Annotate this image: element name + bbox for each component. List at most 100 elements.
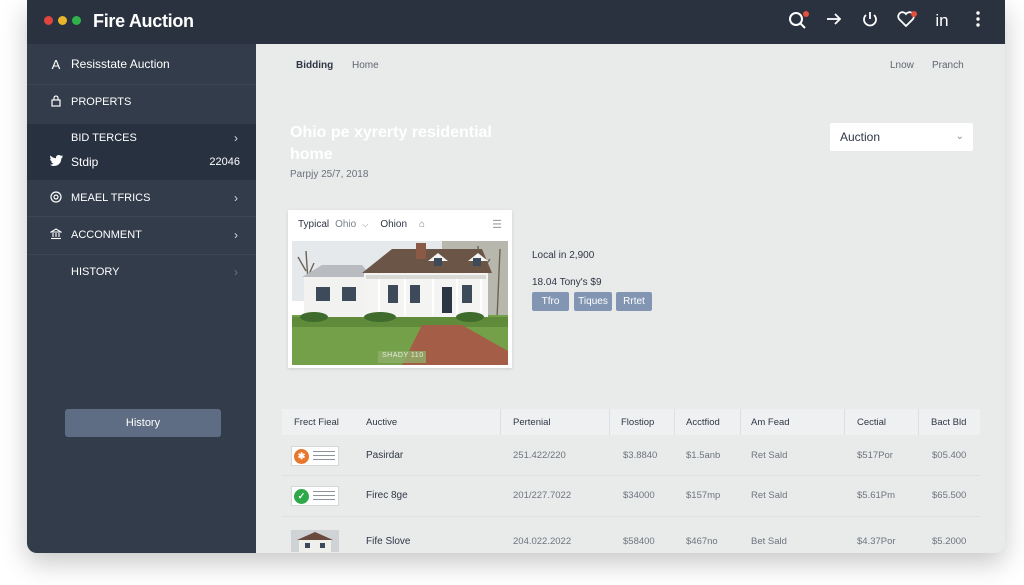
auction-type-select[interactable]: Auction ⌄ bbox=[830, 123, 973, 151]
close-window-dot[interactable] bbox=[44, 16, 53, 25]
row-bact-bld: $65.500 bbox=[932, 490, 967, 501]
column-header[interactable]: Frect Fieal bbox=[294, 417, 339, 428]
property-card[interactable]: Typical Ohio ⌵ Ohion ⌂ ☰ SHADY 110 bbox=[288, 210, 512, 368]
sidebar-item-label: Stdip bbox=[71, 155, 99, 169]
row-pertenial: 251.422/220 bbox=[513, 450, 566, 461]
app-logo-icon: A bbox=[51, 56, 61, 72]
sidebar-item-bid-terces[interactable]: BID TERCES › bbox=[27, 128, 256, 148]
info-location: Local in 2,900 bbox=[532, 250, 595, 261]
title-bar: Fire Auction in bbox=[27, 0, 1005, 44]
row-name: Pasirdar bbox=[366, 450, 404, 461]
column-header[interactable]: Acctfiod bbox=[686, 417, 720, 428]
divider bbox=[27, 254, 256, 255]
chevron-right-icon: › bbox=[234, 191, 238, 205]
sidebar-item-meael-tfrics[interactable]: MEAEL TFRICS › bbox=[27, 188, 256, 208]
info-price: 18.04 Tony's $9 bbox=[532, 277, 602, 288]
minimize-window-dot[interactable] bbox=[58, 16, 67, 25]
maximize-window-dot[interactable] bbox=[72, 16, 81, 25]
table-header: Frect Fieal Auctive Pertenial Flostiop A… bbox=[282, 409, 980, 435]
column-header[interactable]: Am Fead bbox=[751, 417, 790, 428]
row-acctfiod: $1.5anb bbox=[686, 450, 721, 461]
heart-icon[interactable] bbox=[895, 9, 917, 33]
row-cectial: $5.61Pm bbox=[857, 490, 896, 501]
column-header[interactable]: Pertenial bbox=[513, 417, 551, 428]
header-link-lnow[interactable]: Lnow bbox=[890, 60, 914, 71]
table-row[interactable]: ✱ Pasirdar 251.422/220 $3.8840 $1.5anb R… bbox=[282, 436, 980, 476]
sidebar: A Resisstate Auction PROPERTS BID TERCES… bbox=[27, 44, 256, 553]
card-location-secondary: Ohion bbox=[380, 219, 408, 230]
divider bbox=[27, 216, 256, 217]
sidebar-item-label: ACCONMENT bbox=[71, 229, 142, 241]
notification-badge bbox=[911, 11, 917, 17]
table-row[interactable]: ✓ Firec 8ge 201/227.7022 $34000 $157mp R… bbox=[282, 476, 980, 516]
toolbar-icons: in bbox=[787, 9, 989, 33]
row-bact-bld: $5.2000 bbox=[932, 536, 967, 547]
page-title: Ohio pe xyrerty residential home bbox=[290, 124, 492, 163]
app-title: Fire Auction bbox=[93, 11, 194, 31]
brand-logo-icon: ✱ bbox=[294, 449, 309, 464]
row-flostiop: $34000 bbox=[623, 490, 655, 501]
row-am-fead: Bet Sald bbox=[751, 536, 787, 547]
home-icon[interactable]: ⌂ bbox=[419, 219, 425, 230]
power-icon[interactable] bbox=[859, 9, 881, 33]
column-header[interactable]: Bact Bld bbox=[931, 417, 966, 428]
sidebar-item-label: PROPERTS bbox=[71, 96, 132, 108]
row-am-fead: Ret Sald bbox=[751, 490, 788, 501]
row-name: Firec 8ge bbox=[366, 490, 408, 501]
column-header[interactable]: Cectial bbox=[857, 417, 886, 428]
sidebar-item-stdip[interactable]: Stdip 22046 bbox=[27, 152, 256, 172]
row-am-fead: Ret Sald bbox=[751, 450, 788, 461]
house-thumbnail-icon bbox=[291, 530, 339, 552]
notification-badge bbox=[803, 11, 809, 17]
divider bbox=[27, 84, 256, 85]
row-thumbnail bbox=[291, 530, 339, 552]
sidebar-item-label: MEAEL TFRICS bbox=[71, 192, 151, 204]
tag-tiques[interactable]: Tiques bbox=[574, 292, 612, 311]
header-link-pranch[interactable]: Pranch bbox=[932, 60, 964, 71]
main-content: Bidding Home Lnow Pranch Ohio pe xyrerty… bbox=[256, 44, 1005, 553]
column-header[interactable]: Auctive bbox=[366, 417, 397, 428]
sidebar-header[interactable]: A Resisstate Auction bbox=[27, 52, 256, 76]
sidebar-item-value: 22046 bbox=[209, 156, 240, 168]
history-button[interactable]: History bbox=[65, 409, 221, 437]
menu-icon[interactable]: ☰ bbox=[492, 218, 502, 231]
row-cectial: $517Por bbox=[857, 450, 893, 461]
sidebar-header-label: Resisstate Auction bbox=[71, 57, 170, 71]
table-row[interactable]: Fife Slove 204.022.2022 $58400 $467no Be… bbox=[282, 522, 980, 553]
window-controls bbox=[44, 16, 81, 25]
card-location-select[interactable]: Ohio bbox=[335, 219, 356, 230]
chevron-right-icon: › bbox=[234, 228, 238, 242]
chevron-down-icon: ⌄ bbox=[955, 131, 964, 142]
row-pertenial: 204.022.2022 bbox=[513, 536, 572, 547]
chevron-down-icon: ⌵ bbox=[362, 219, 369, 229]
photo-sign-text: SHADY 110 bbox=[382, 352, 424, 359]
bank-icon bbox=[49, 227, 63, 243]
sidebar-item-history[interactable]: HISTORY › bbox=[27, 262, 256, 282]
linkedin-icon[interactable]: in bbox=[931, 9, 953, 33]
tab-bidding[interactable]: Bidding bbox=[296, 60, 333, 71]
brand-logo-icon: ✓ bbox=[294, 489, 309, 504]
sidebar-item-properts[interactable]: PROPERTS bbox=[27, 92, 256, 112]
more-vertical-icon[interactable] bbox=[967, 9, 989, 33]
app-window: Fire Auction in A Resisstate Auction PRO… bbox=[27, 0, 1005, 553]
row-acctfiod: $467no bbox=[686, 536, 718, 547]
chevron-right-icon: › bbox=[234, 131, 238, 145]
property-date: Parpjy 25/7, 2018 bbox=[290, 169, 369, 180]
column-header[interactable]: Flostiop bbox=[621, 417, 654, 428]
tag-tfro[interactable]: Tfro bbox=[532, 292, 569, 311]
sidebar-item-label: BID TERCES bbox=[71, 132, 137, 144]
row-thumbnail: ✱ bbox=[291, 446, 339, 466]
arrow-right-icon[interactable] bbox=[823, 9, 845, 33]
lock-icon bbox=[49, 94, 63, 110]
twitter-icon bbox=[49, 155, 63, 169]
tab-home[interactable]: Home bbox=[352, 60, 379, 71]
search-icon[interactable] bbox=[787, 9, 809, 33]
card-label: Typical bbox=[298, 219, 330, 230]
card-header: Typical Ohio ⌵ Ohion ⌂ ☰ bbox=[298, 218, 502, 231]
row-flostiop: $58400 bbox=[623, 536, 655, 547]
tag-rrtet[interactable]: Rrtet bbox=[616, 292, 652, 311]
row-thumbnail: ✓ bbox=[291, 486, 339, 506]
property-photo: SHADY 110 bbox=[292, 241, 508, 365]
sidebar-item-acconment[interactable]: ACCONMENT › bbox=[27, 225, 256, 245]
row-bact-bld: $05.400 bbox=[932, 450, 967, 461]
